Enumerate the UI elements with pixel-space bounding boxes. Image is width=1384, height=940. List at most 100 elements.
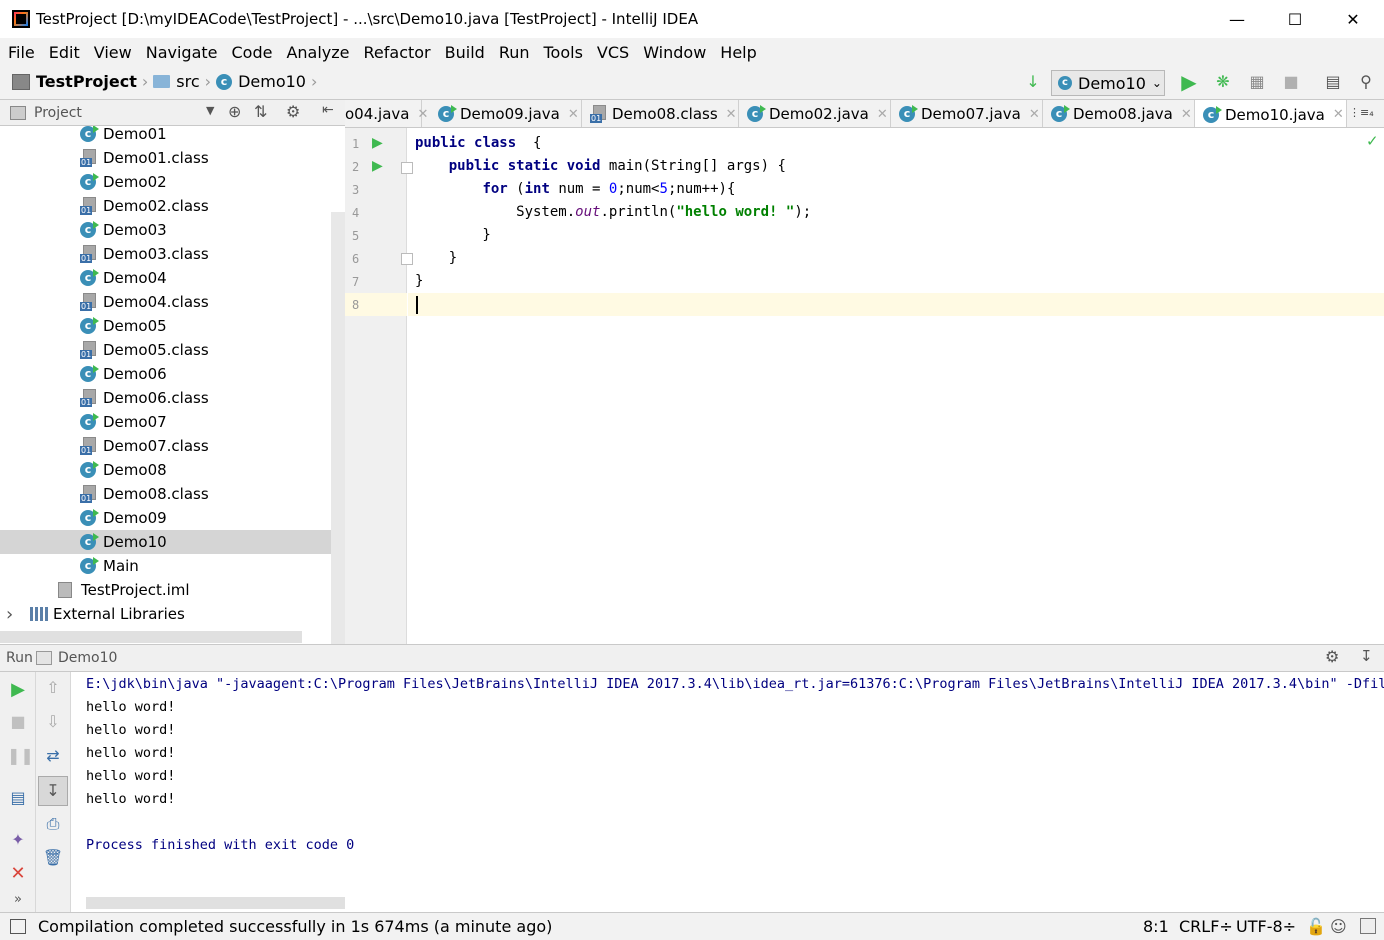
menu-build[interactable]: Build xyxy=(445,43,485,62)
menu-code[interactable]: Code xyxy=(232,43,273,62)
hide-panel-icon[interactable]: ↧ xyxy=(1360,647,1373,665)
tree-item[interactable]: c Demo04 xyxy=(0,266,345,290)
breadcrumb-folder[interactable]: src xyxy=(176,72,199,91)
tree-item[interactable]: c Demo06 xyxy=(0,362,345,386)
more-icon[interactable]: » xyxy=(7,890,29,912)
menu-window[interactable]: Window xyxy=(643,43,706,62)
tree-item[interactable]: › External Libraries xyxy=(0,602,345,626)
tree-item[interactable]: Demo06.class xyxy=(0,386,345,410)
tab-demo07[interactable]: c Demo07.java ✕ xyxy=(891,100,1043,127)
chevron-down-icon[interactable]: ▼ xyxy=(206,104,214,117)
menu-tools[interactable]: Tools xyxy=(544,43,583,62)
close-icon[interactable]: ✕ xyxy=(417,107,428,122)
build-icon[interactable]: ↓ xyxy=(1022,72,1044,94)
run-config-tab[interactable]: Demo10 xyxy=(58,650,117,666)
tab-demo09[interactable]: c Demo09.java ✕ xyxy=(430,100,582,127)
project-structure-icon[interactable]: ▤ xyxy=(1322,72,1344,94)
arrow-up-icon[interactable]: ⇧ xyxy=(42,678,64,700)
coverage-icon[interactable]: ▦ xyxy=(1246,72,1268,94)
tree-item[interactable]: c Demo01 xyxy=(0,126,345,146)
close-icon[interactable]: ✕ xyxy=(877,107,888,122)
tree-item[interactable]: c Demo05 xyxy=(0,314,345,338)
trash-icon[interactable]: 🗑 xyxy=(42,848,64,870)
gear-icon[interactable]: ⚙ xyxy=(1325,647,1339,666)
maximize-button[interactable]: ☐ xyxy=(1266,0,1324,38)
layout-icon[interactable]: ▤ xyxy=(7,788,29,810)
tree-item[interactable]: c Demo10 xyxy=(0,530,345,554)
gear-icon[interactable]: ⚙ xyxy=(286,102,300,121)
menu-refactor[interactable]: Refactor xyxy=(364,43,431,62)
stop-icon[interactable]: ■ xyxy=(1280,72,1302,94)
tree-item[interactable]: Demo05.class xyxy=(0,338,345,362)
tree-item[interactable]: Demo04.class xyxy=(0,290,345,314)
menu-vcs[interactable]: VCS xyxy=(597,43,629,62)
collapse-icon[interactable]: ⇅ xyxy=(254,102,267,121)
arrow-down-icon[interactable]: ⇩ xyxy=(42,712,64,734)
tree-item[interactable]: Demo08.class xyxy=(0,482,345,506)
search-icon[interactable]: ⚲ xyxy=(1355,72,1377,94)
close-icon[interactable]: ✕ xyxy=(726,107,737,122)
debug-icon[interactable]: ❋ xyxy=(1212,72,1234,94)
expand-arrow-icon[interactable]: › xyxy=(6,604,13,625)
tree-scrollbar[interactable] xyxy=(331,212,345,644)
tree-item[interactable]: c Main xyxy=(0,554,345,578)
menu-run[interactable]: Run xyxy=(499,43,530,62)
breadcrumb-file[interactable]: Demo10 xyxy=(238,72,306,91)
menu-help[interactable]: Help xyxy=(720,43,756,62)
fold-icon[interactable] xyxy=(401,162,413,174)
close-icon[interactable]: ✕ xyxy=(7,864,29,886)
menu-edit[interactable]: Edit xyxy=(49,43,80,62)
close-icon[interactable]: ✕ xyxy=(1029,107,1040,122)
event-log-icon[interactable] xyxy=(1360,918,1376,934)
tab-demo08[interactable]: c Demo08.java ✕ xyxy=(1043,100,1195,127)
tree-item[interactable]: c Demo09 xyxy=(0,506,345,530)
tree-item[interactable]: Demo07.class xyxy=(0,434,345,458)
console-output[interactable] xyxy=(71,672,1384,912)
tree-item[interactable]: c Demo07 xyxy=(0,410,345,434)
fold-icon[interactable] xyxy=(401,253,413,265)
locate-icon[interactable]: ⊕ xyxy=(228,102,241,121)
run-gutter-icon[interactable]: ▶ xyxy=(372,158,383,174)
caret-position[interactable]: 8:1 xyxy=(1143,917,1169,936)
close-icon[interactable]: ✕ xyxy=(568,107,579,122)
tree-item[interactable]: c Demo08 xyxy=(0,458,345,482)
tree-item[interactable]: Demo03.class xyxy=(0,242,345,266)
print-icon[interactable]: ⎙ xyxy=(42,814,64,836)
minimize-button[interactable]: — xyxy=(1208,0,1266,38)
soft-wrap-icon[interactable]: ⇄ xyxy=(42,746,64,768)
pin-icon[interactable]: ✦ xyxy=(7,830,29,852)
line-separator[interactable]: CRLF÷ xyxy=(1179,917,1233,936)
rerun-icon[interactable]: ▶ xyxy=(7,680,29,702)
tree-item[interactable]: Demo02.class xyxy=(0,194,345,218)
run-tab-label[interactable]: Run xyxy=(6,650,33,666)
tab-demo02[interactable]: c Demo02.java ✕ xyxy=(739,100,891,127)
tab-demo08-class[interactable]: Demo08.class ✕ xyxy=(582,100,739,127)
close-window-button[interactable]: ✕ xyxy=(1324,0,1382,38)
console-horizontal-scrollbar[interactable] xyxy=(86,897,345,909)
tree-item[interactable]: Demo01.class xyxy=(0,146,345,170)
menu-view[interactable]: View xyxy=(94,43,132,62)
tree-item[interactable]: c Demo03 xyxy=(0,218,345,242)
project-panel-title[interactable]: Project xyxy=(34,105,82,121)
run-icon[interactable]: ▶ xyxy=(1178,72,1200,94)
tree-horizontal-scrollbar[interactable] xyxy=(0,631,302,643)
run-gutter-icon[interactable]: ▶ xyxy=(372,135,383,151)
menu-analyze[interactable]: Analyze xyxy=(286,43,349,62)
tab-demo04[interactable]: o04.java ✕ xyxy=(345,100,428,127)
tree-item[interactable]: c Demo02 xyxy=(0,170,345,194)
pause-icon[interactable]: ❚❚ xyxy=(7,746,34,768)
file-encoding[interactable]: UTF-8÷ xyxy=(1236,917,1296,936)
run-config-select[interactable]: c Demo10 ⌄ xyxy=(1051,70,1165,96)
breadcrumb-project[interactable]: TestProject xyxy=(36,72,137,91)
tab-demo10[interactable]: c Demo10.java ✕ xyxy=(1195,100,1347,127)
toggle-panels-icon[interactable] xyxy=(10,919,26,934)
menu-file[interactable]: File xyxy=(8,43,35,62)
tabs-overflow-menu[interactable]: ⋮≡₄ xyxy=(1349,106,1374,119)
lock-icon[interactable]: 🔓 xyxy=(1306,917,1326,936)
scroll-to-end-icon[interactable]: ↧ xyxy=(38,776,68,806)
menu-navigate[interactable]: Navigate xyxy=(146,43,218,62)
inspector-icon[interactable]: ☺ xyxy=(1330,917,1347,936)
close-icon[interactable]: ✕ xyxy=(1181,107,1192,122)
close-icon[interactable]: ✕ xyxy=(1333,107,1344,122)
hide-icon[interactable]: ⇤ xyxy=(322,102,334,118)
